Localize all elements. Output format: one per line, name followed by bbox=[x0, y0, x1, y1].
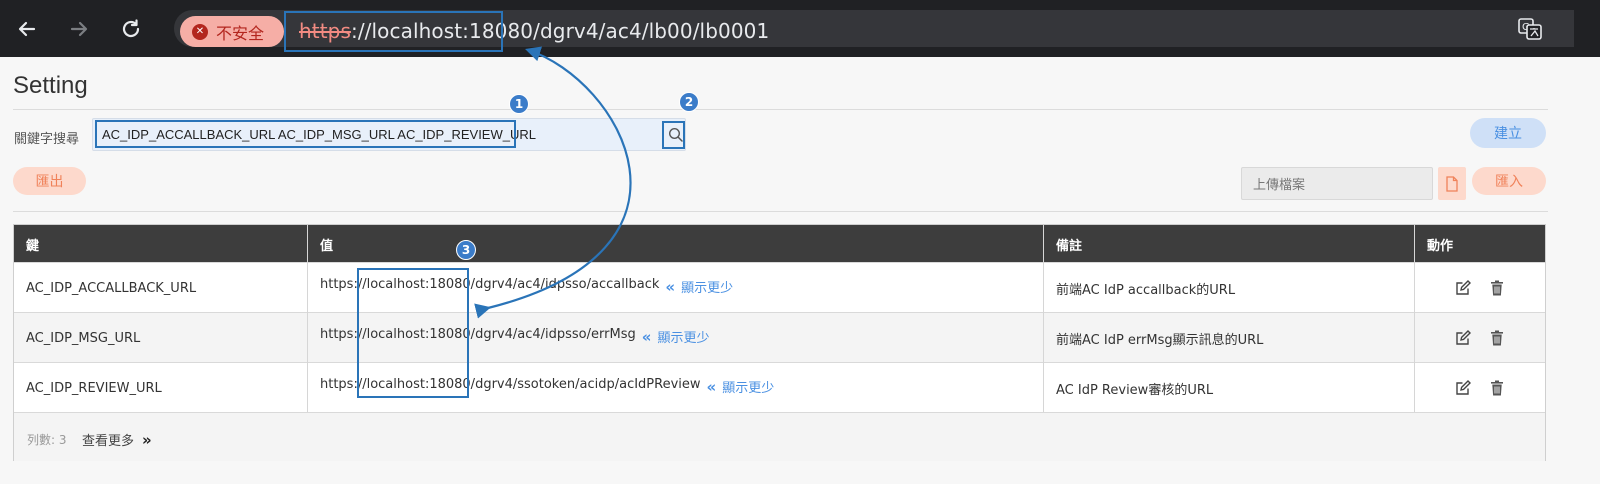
table-footer: 列數: 3 查看更多 » bbox=[14, 412, 1545, 461]
forward-arrow-icon[interactable] bbox=[66, 16, 92, 42]
row-value-text: https://localhost:18080/dgrv4/ac4/idpsso… bbox=[320, 277, 660, 292]
annotation-badge-2: 2 bbox=[679, 92, 699, 112]
export-button[interactable]: 匯出 bbox=[13, 167, 86, 195]
edit-icon[interactable] bbox=[1454, 279, 1472, 297]
import-button[interactable]: 匯入 bbox=[1472, 167, 1546, 195]
url-protocol: https bbox=[299, 19, 351, 43]
row-count: 列數: 3 bbox=[27, 433, 67, 447]
header-action: 動作 bbox=[1427, 238, 1454, 254]
chevron-double-left-icon: « bbox=[665, 277, 676, 296]
show-less-label: 顯示更少 bbox=[681, 281, 734, 296]
trash-icon[interactable] bbox=[1488, 379, 1506, 397]
table-row[interactable]: AC_IDP_REVIEW_URL https://localhost:1808… bbox=[14, 362, 1545, 412]
view-more-label: 查看更多 bbox=[82, 434, 135, 449]
insecure-chip[interactable]: ✕ 不安全 bbox=[180, 16, 284, 47]
trash-icon[interactable] bbox=[1488, 279, 1506, 297]
row-value: https://localhost:18080/dgrv4/ssotoken/a… bbox=[308, 363, 774, 413]
column-divider bbox=[1414, 225, 1415, 412]
edit-icon[interactable] bbox=[1454, 379, 1472, 397]
table-row[interactable]: AC_IDP_MSG_URL https://localhost:18080/d… bbox=[14, 312, 1545, 362]
insecure-x-icon: ✕ bbox=[192, 23, 208, 40]
search-input[interactable]: AC_IDP_ACCALLBACK_URL AC_IDP_MSG_URL AC_… bbox=[92, 118, 686, 151]
settings-table: 鍵 值 備註 動作 AC_IDP_ACCALLBACK_URL https://… bbox=[13, 224, 1546, 461]
trash-icon[interactable] bbox=[1488, 329, 1506, 347]
row-note: AC IdP Review審核的URL bbox=[1056, 382, 1214, 398]
row-value: https://localhost:18080/dgrv4/ac4/idpsso… bbox=[308, 263, 733, 313]
title-divider bbox=[13, 109, 1548, 110]
show-less-link[interactable]: « 顯示更少 bbox=[641, 327, 710, 347]
show-less-label: 顯示更少 bbox=[657, 331, 710, 346]
chevron-double-right-icon: » bbox=[142, 430, 152, 449]
row-value-text: https://localhost:18080/dgrv4/ac4/idpsso… bbox=[320, 327, 636, 342]
row-value-text: https://localhost:18080/dgrv4/ssotoken/a… bbox=[320, 377, 701, 392]
file-icon[interactable] bbox=[1438, 167, 1466, 200]
row-note: 前端AC IdP errMsg顯示訊息的URL bbox=[1056, 332, 1264, 348]
translate-icon[interactable]: G bbox=[1518, 18, 1542, 44]
column-divider bbox=[1043, 225, 1044, 412]
row-key: AC_IDP_ACCALLBACK_URL bbox=[26, 280, 197, 296]
annotation-badge-1: 1 bbox=[509, 94, 529, 114]
row-note: 前端AC IdP accallback的URL bbox=[1056, 282, 1236, 298]
row-value: https://localhost:18080/dgrv4/ac4/idpsso… bbox=[308, 313, 709, 363]
annotation-badge-3: 3 bbox=[456, 240, 476, 260]
table-row[interactable]: AC_IDP_ACCALLBACK_URL https://localhost:… bbox=[14, 262, 1545, 312]
chevron-double-left-icon: « bbox=[641, 327, 652, 346]
header-value[interactable]: 值 bbox=[308, 225, 333, 263]
insecure-label: 不安全 bbox=[216, 23, 265, 43]
page-title: Setting bbox=[13, 72, 88, 99]
search-icon[interactable] bbox=[666, 121, 686, 148]
column-divider bbox=[307, 225, 308, 412]
upload-file-input[interactable]: 上傳檔案 bbox=[1241, 167, 1433, 200]
view-more-link[interactable]: 查看更多 » bbox=[82, 430, 152, 450]
url-text[interactable]: https://localhost:18080/dgrv4/ac4/lb00/l… bbox=[299, 19, 769, 43]
header-note[interactable]: 備註 bbox=[1044, 225, 1082, 263]
browser-toolbar: ✕ 不安全 https://localhost:18080/dgrv4/ac4/… bbox=[0, 0, 1600, 57]
chevron-double-left-icon: « bbox=[706, 377, 717, 396]
row-key: AC_IDP_MSG_URL bbox=[26, 330, 141, 346]
show-less-link[interactable]: « 顯示更少 bbox=[665, 277, 734, 297]
search-label: 關鍵字搜尋 bbox=[14, 132, 80, 147]
show-less-label: 顯示更少 bbox=[722, 381, 775, 396]
reload-icon[interactable] bbox=[118, 16, 144, 42]
back-arrow-icon[interactable] bbox=[14, 16, 40, 42]
section-divider bbox=[13, 211, 1548, 212]
table-header: 鍵 值 備註 動作 bbox=[14, 225, 1545, 263]
row-key: AC_IDP_REVIEW_URL bbox=[26, 380, 162, 396]
show-less-link[interactable]: « 顯示更少 bbox=[706, 377, 775, 397]
url-rest: ://localhost:18080/dgrv4/ac4/lb00/lb0001 bbox=[350, 19, 770, 43]
edit-icon[interactable] bbox=[1454, 329, 1472, 347]
header-key[interactable]: 鍵 bbox=[14, 225, 39, 263]
create-button[interactable]: 建立 bbox=[1470, 118, 1546, 148]
